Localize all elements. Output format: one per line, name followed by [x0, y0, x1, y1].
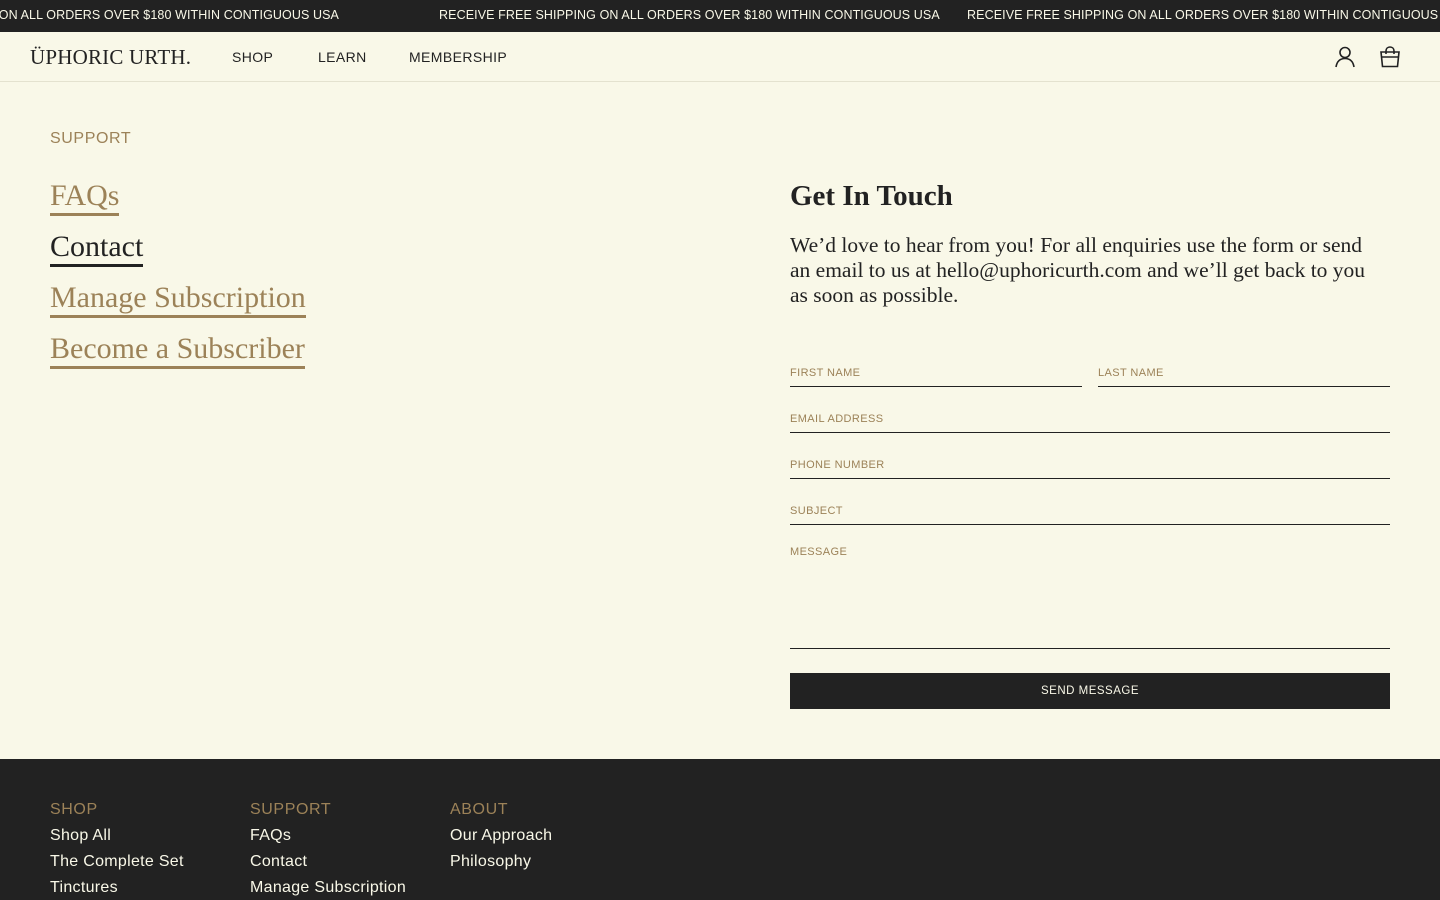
footer-link-manage-subscription[interactable]: Manage Subscription — [250, 879, 406, 900]
last-name-input[interactable] — [1098, 360, 1390, 386]
footer-link-shop-all[interactable]: Shop All — [50, 827, 184, 853]
page-title: Get In Touch — [790, 180, 953, 212]
nav-learn[interactable]: LEARN — [318, 49, 367, 65]
footer-column-support: SUPPORT FAQs Contact Manage Subscription — [250, 801, 406, 900]
footer-link-contact[interactable]: Contact — [250, 853, 406, 879]
footer-column-about: ABOUT Our Approach Philosophy — [450, 801, 552, 879]
phone-field — [790, 452, 1390, 479]
footer-heading-about: ABOUT — [450, 801, 509, 818]
brand-logo[interactable]: ÜPHORIC URTH. — [30, 45, 191, 70]
footer-link-tinctures[interactable]: Tinctures — [50, 879, 184, 900]
footer-link-philosophy[interactable]: Philosophy — [450, 853, 552, 879]
nav-membership[interactable]: MEMBERSHIP — [409, 49, 507, 65]
shopping-bag-icon[interactable] — [1377, 44, 1403, 70]
first-name-input[interactable] — [790, 360, 1082, 386]
last-name-field — [1098, 360, 1390, 387]
announcement-text: IPPING ON ALL ORDERS OVER $180 WITHIN CO… — [0, 8, 339, 22]
footer-link-complete-set[interactable]: The Complete Set — [50, 853, 184, 879]
sidebar-link-become-subscriber[interactable]: Become a Subscriber — [50, 333, 305, 369]
footer-heading-support: SUPPORT — [250, 801, 332, 818]
message-field — [790, 544, 1390, 649]
send-message-button[interactable]: SEND MESSAGE — [790, 673, 1390, 709]
footer-column-shop: SHOP Shop All The Complete Set Tinctures — [50, 801, 184, 900]
first-name-field — [790, 360, 1082, 387]
footer-heading-shop: SHOP — [50, 801, 98, 818]
announcement-text: RECEIVE FREE SHIPPING ON ALL ORDERS OVER… — [439, 8, 940, 22]
sidebar-link-manage-subscription[interactable]: Manage Subscription — [50, 282, 306, 318]
account-icon[interactable] — [1332, 44, 1358, 70]
subject-input[interactable] — [790, 498, 1390, 524]
footer-link-our-approach[interactable]: Our Approach — [450, 827, 552, 853]
message-textarea[interactable] — [790, 544, 1390, 648]
site-footer: SHOP Shop All The Complete Set Tinctures… — [0, 759, 1440, 900]
footer-link-faqs[interactable]: FAQs — [250, 827, 406, 853]
contact-intro: We’d love to hear from you! For all enqu… — [790, 233, 1366, 307]
phone-input[interactable] — [790, 452, 1390, 478]
nav-shop[interactable]: SHOP — [232, 49, 273, 65]
announcement-bar: IPPING ON ALL ORDERS OVER $180 WITHIN CO… — [0, 0, 1440, 32]
subject-field — [790, 498, 1390, 525]
sidebar-link-contact[interactable]: Contact — [50, 231, 144, 267]
email-input[interactable] — [790, 406, 1390, 432]
sidebar-link-faqs[interactable]: FAQs — [50, 180, 120, 216]
email-field — [790, 406, 1390, 433]
support-eyebrow: SUPPORT — [50, 130, 132, 147]
announcement-text: RECEIVE FREE SHIPPING ON ALL ORDERS OVER… — [967, 8, 1440, 22]
site-header: ÜPHORIC URTH. SHOP LEARN MEMBERSHIP — [0, 32, 1440, 82]
